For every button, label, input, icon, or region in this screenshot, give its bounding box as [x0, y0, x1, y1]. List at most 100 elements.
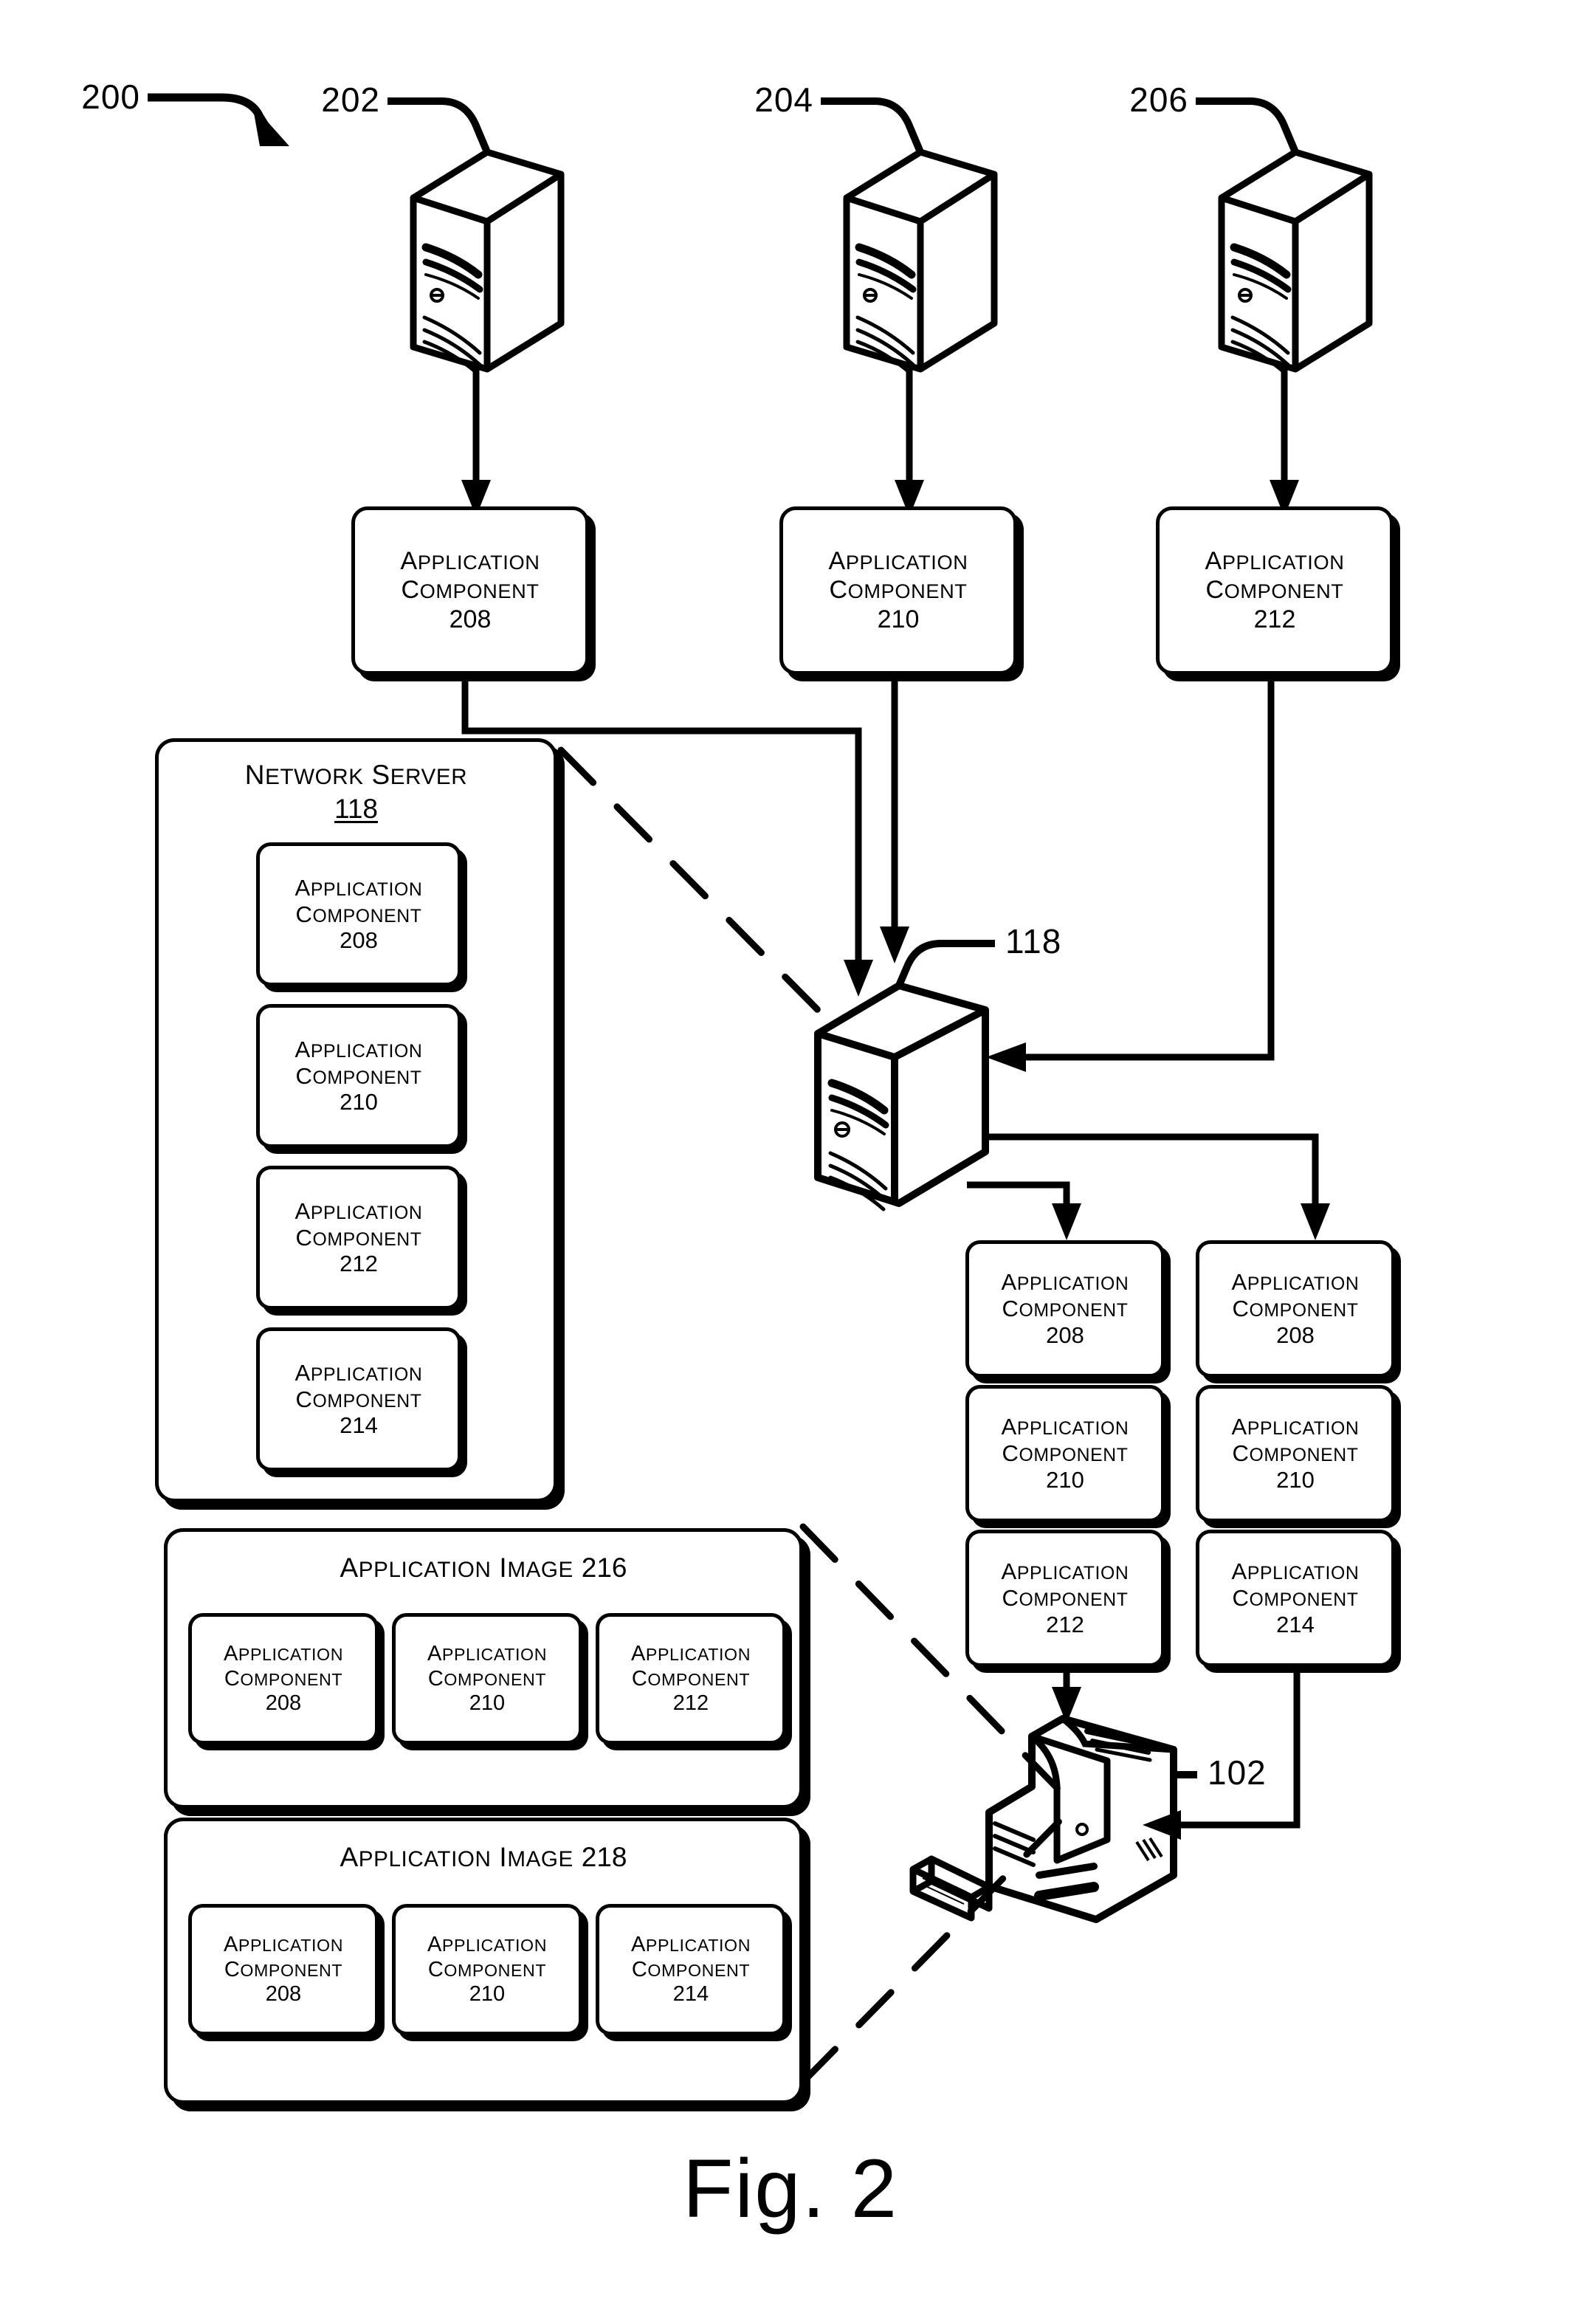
component-number: 210 [469, 1982, 506, 2007]
component-line2: COMPONENT [401, 576, 540, 605]
component-number: 212 [340, 1251, 378, 1277]
component-line1: APPLICATION [1231, 1558, 1360, 1585]
component-line2: COMPONENT [1232, 1440, 1359, 1466]
component-number: 208 [265, 1982, 302, 2007]
leader-200-arrowhead [252, 105, 289, 146]
network-server-component-212[interactable]: APPLICATION COMPONENT 212 [256, 1166, 461, 1310]
server-icon-202 [410, 148, 565, 376]
application-image-216-component-210[interactable]: APPLICATION COMPONENT 210 [392, 1613, 582, 1744]
stack-left-component-210[interactable]: APPLICATION COMPONENT 210 [965, 1385, 1165, 1522]
network-server-component-208[interactable]: APPLICATION COMPONENT 208 [256, 842, 461, 986]
patent-figure-page: 200 202 204 206 118 102 APPLICATION COMP… [0, 0, 1581, 2324]
component-line2: COMPONENT [295, 1062, 422, 1089]
server-icon-204 [843, 148, 998, 376]
application-image-title-text: APPLICATION IMAGE [340, 1842, 574, 1872]
component-number: 212 [1253, 605, 1296, 633]
leader-206 [1196, 97, 1299, 154]
component-line2: COMPONENT [1002, 1296, 1129, 1321]
component-number: 210 [877, 605, 920, 633]
component-line2: COMPONENT [1002, 1440, 1129, 1466]
application-image-218-container: APPLICATION IMAGE 218 APPLICATION COMPON… [164, 1818, 803, 2104]
component-line1: APPLICATION [294, 1359, 423, 1386]
stack-right-component-208[interactable]: APPLICATION COMPONENT 208 [1196, 1240, 1395, 1378]
component-line2: COMPONENT [1002, 1585, 1129, 1611]
component-line2: COMPONENT [295, 901, 422, 927]
component-line1: APPLICATION [828, 546, 968, 575]
component-line1: APPLICATION [223, 1932, 344, 1956]
component-line2: COMPONENT [829, 576, 968, 605]
application-image-216-title: APPLICATION IMAGE 216 [168, 1553, 799, 1584]
arrowhead-212-118 [986, 1042, 1026, 1072]
network-server-ref: 118 [334, 794, 378, 824]
component-number: 212 [672, 1691, 709, 1716]
component-number: 212 [1046, 1611, 1084, 1637]
arrowhead-118-right-stack [1301, 1203, 1330, 1240]
component-line1: APPLICATION [294, 874, 423, 901]
connector-118-to-left-stack [967, 1181, 1070, 1211]
network-server-container: NETWORK SERVER 118 APPLICATION COMPONENT… [155, 738, 557, 1502]
application-component-box-208-top[interactable]: APPLICATION COMPONENT 208 [351, 506, 589, 675]
network-server-component-210[interactable]: APPLICATION COMPONENT 210 [256, 1004, 461, 1148]
component-number: 210 [469, 1691, 506, 1716]
application-image-218-component-210[interactable]: APPLICATION COMPONENT 210 [392, 1904, 582, 2035]
component-line2: COMPONENT [224, 1666, 343, 1691]
server-icon-118 [814, 982, 989, 1211]
component-number: 208 [449, 605, 492, 633]
component-line2: COMPONENT [1232, 1585, 1359, 1611]
arrowhead-118-left-stack [1052, 1203, 1081, 1240]
component-line2: COMPONENT [427, 1957, 547, 1981]
component-line1: APPLICATION [400, 546, 540, 575]
ref-numeral-102: 102 [1208, 1753, 1267, 1792]
arrowhead-left-stack-102 [1052, 1687, 1081, 1724]
stack-left-component-208[interactable]: APPLICATION COMPONENT 208 [965, 1240, 1165, 1378]
arrowhead-208-118 [844, 960, 873, 997]
component-line2: COMPONENT [427, 1666, 547, 1691]
leader-118-center [895, 940, 995, 987]
application-component-box-212-top[interactable]: APPLICATION COMPONENT 212 [1156, 506, 1394, 675]
application-component-box-210-top[interactable]: APPLICATION COMPONENT 210 [779, 506, 1017, 675]
application-image-218-component-214[interactable]: APPLICATION COMPONENT 214 [596, 1904, 786, 2035]
component-number: 210 [1276, 1466, 1315, 1493]
component-line2: COMPONENT [224, 1957, 343, 1981]
application-image-218-title: APPLICATION IMAGE 218 [168, 1842, 799, 1874]
connector-118-to-right-stack [985, 1133, 1319, 1211]
component-number: 210 [340, 1089, 378, 1115]
component-line2: COMPONENT [1205, 576, 1344, 605]
component-line2: COMPONENT [295, 1224, 422, 1251]
component-line1: APPLICATION [630, 1932, 751, 1956]
leader-202 [388, 97, 491, 154]
stack-left-component-212[interactable]: APPLICATION COMPONENT 212 [965, 1530, 1165, 1667]
stack-right-component-210[interactable]: APPLICATION COMPONENT 210 [1196, 1385, 1395, 1522]
component-number: 214 [672, 1982, 709, 2007]
component-number: 214 [340, 1412, 378, 1439]
application-image-title-text: APPLICATION IMAGE [340, 1553, 574, 1583]
connector-right-stack-to-102 [1177, 1648, 1301, 1829]
application-image-number: 216 [581, 1553, 627, 1583]
component-line1: APPLICATION [1001, 1558, 1129, 1585]
application-image-216-component-208[interactable]: APPLICATION COMPONENT 208 [188, 1613, 379, 1744]
component-line1: APPLICATION [630, 1641, 751, 1665]
ref-numeral-118-center: 118 [1005, 922, 1062, 960]
application-image-218-component-208[interactable]: APPLICATION COMPONENT 208 [188, 1904, 379, 2035]
component-line1: APPLICATION [294, 1197, 423, 1224]
component-number: 208 [1046, 1321, 1084, 1348]
leader-200 [148, 93, 278, 142]
stack-right-component-214[interactable]: APPLICATION COMPONENT 214 [1196, 1530, 1395, 1667]
application-image-216-component-212[interactable]: APPLICATION COMPONENT 212 [596, 1613, 786, 1744]
component-line2: COMPONENT [295, 1386, 422, 1412]
callout-dashed-application-images-lower [799, 1814, 1067, 2086]
component-number: 208 [340, 927, 378, 954]
component-line1: APPLICATION [427, 1641, 548, 1665]
component-line2: COMPONENT [1232, 1296, 1359, 1321]
component-line1: APPLICATION [427, 1932, 548, 1956]
arrowhead-right-stack-102 [1143, 1810, 1181, 1840]
figure-caption: Fig. 2 [682, 2142, 899, 2235]
network-server-component-214[interactable]: APPLICATION COMPONENT 214 [256, 1327, 461, 1471]
ref-numeral-206: 206 [1129, 80, 1188, 119]
ref-numeral-200: 200 [81, 78, 140, 116]
desktop-computer-icon-102 [909, 1715, 1177, 1923]
component-line1: APPLICATION [1205, 546, 1345, 575]
component-number: 208 [265, 1691, 302, 1716]
component-line1: APPLICATION [1231, 1414, 1360, 1440]
ref-numeral-204: 204 [754, 80, 813, 119]
